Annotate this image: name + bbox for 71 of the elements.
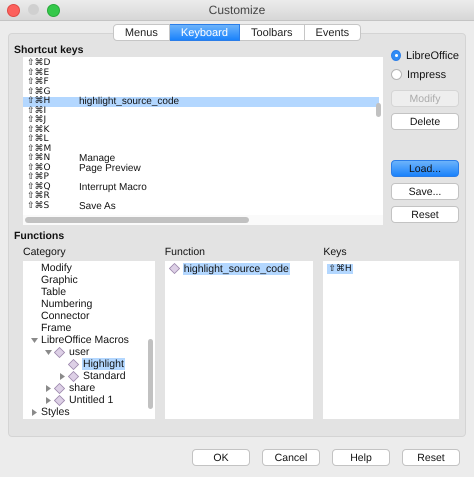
collapsed-arrow-icon[interactable] [31,408,38,416]
side-button[interactable]: Reset [391,206,459,223]
category-item[interactable]: Modify [40,262,73,274]
diamond-icon [54,394,65,406]
shortcut-key[interactable]: ⇧⌘J [27,116,79,126]
radio-label[interactable]: Impress [407,68,446,80]
category-item[interactable]: Connector [40,310,90,322]
side-button[interactable]: Save... [391,183,459,200]
shortcut-key[interactable]: ⇧⌘I [27,106,79,116]
shortcut-key[interactable]: ⇧⌘D [27,59,79,68]
category-item[interactable]: Graphic [40,274,79,286]
category-item[interactable]: user [68,346,90,358]
dialog-button[interactable]: OK [192,449,250,466]
side-button[interactable]: Load... [391,160,459,177]
category-item[interactable]: Numbering [40,298,94,310]
category-item[interactable]: Standard [82,370,127,382]
command-name[interactable]: Save As [79,202,116,211]
collapsed-arrow-icon[interactable] [59,372,66,380]
command-name[interactable]: Interrupt Macro [79,182,147,192]
shortcut-key[interactable]: ⇧⌘H [27,97,79,106]
diamond-icon [54,382,65,394]
zoom-icon[interactable] [47,4,60,17]
collapsed-arrow-icon[interactable] [45,396,52,404]
expanded-arrow-icon[interactable] [31,336,38,344]
category-item[interactable]: Frame [40,322,72,334]
diamond-icon [68,358,79,370]
shortcut-key[interactable]: ⇧⌘L [27,135,79,144]
close-icon[interactable] [7,4,20,17]
diamond-icon [168,263,180,274]
side-button[interactable]: Delete [391,113,459,130]
diamond-icon [68,370,79,382]
radio-label[interactable]: LibreOffice [406,50,459,62]
radio-button[interactable] [391,50,401,61]
command-name[interactable]: Manage [79,154,116,164]
tab[interactable]: Menus [112,24,170,41]
shortcut-key[interactable]: ⇧⌘M [27,144,79,154]
column-label: Keys [323,246,348,260]
shortcut-key[interactable]: ⇧⌘K [27,126,79,135]
section-title: Functions [14,230,66,243]
category-item[interactable]: Untitled 1 [68,394,114,406]
shortcut-key[interactable]: ⇧⌘E [27,68,79,78]
column-label: Category [23,246,67,260]
tab[interactable]: Events [304,24,362,41]
key-item[interactable]: ⇧⌘H [327,264,353,274]
command-name[interactable]: Page Preview [79,164,141,173]
diamond-icon [54,346,65,358]
window-title: Customize [208,3,266,17]
shortcut-key[interactable]: ⇧⌘P [27,173,79,182]
shortcut-key[interactable]: ⇧⌘O [27,164,79,173]
category-item[interactable]: Highlight [82,358,125,370]
tab[interactable]: Toolbars [240,24,305,41]
shortcut-key[interactable]: ⇧⌘F [27,78,79,88]
category-item[interactable]: share [68,382,96,394]
column-label: Function [164,246,206,260]
category-item[interactable]: Styles [40,406,71,418]
shortcut-key[interactable]: ⇧⌘R [27,192,79,202]
function-item[interactable]: highlight_source_code [182,262,290,274]
shortcut-key[interactable]: ⇧⌘G [27,88,79,97]
expanded-arrow-icon[interactable] [45,348,52,356]
section-title: Shortcut keys [14,44,84,57]
collapsed-arrow-icon[interactable] [45,384,52,392]
category-item[interactable]: LibreOffice Macros [40,334,130,346]
category-item[interactable]: Table [40,286,68,298]
dialog-button[interactable]: Help [332,449,390,466]
horizontal-scrollbar[interactable] [23,215,383,225]
dialog-button[interactable]: Reset [402,449,460,466]
radio-button[interactable] [391,69,402,80]
dialog-button[interactable]: Cancel [262,449,320,466]
shortcut-key[interactable]: ⇧⌘N [27,154,79,164]
shortcut-key[interactable]: ⇧⌘Q [27,182,79,192]
shortcut-key[interactable]: ⇧⌘S [27,202,79,211]
